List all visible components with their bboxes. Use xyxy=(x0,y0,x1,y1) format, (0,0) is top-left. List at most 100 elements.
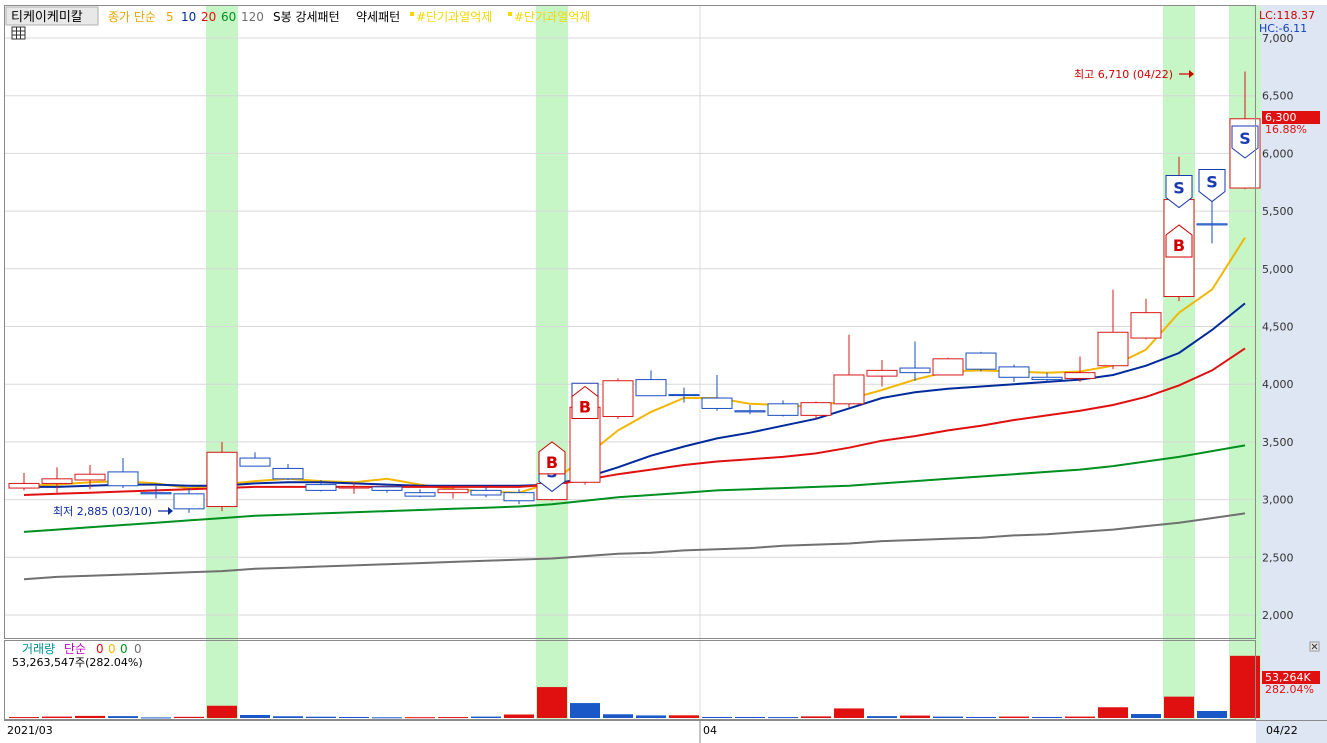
highlight-band xyxy=(1163,6,1195,719)
current-change: 16.88% xyxy=(1265,123,1307,136)
volume-bar xyxy=(174,716,204,718)
volume-panel-close-icon[interactable] xyxy=(1309,641,1320,652)
candle-body xyxy=(1130,312,1162,339)
ma-period-60: 60 xyxy=(221,10,236,24)
volume-bar xyxy=(735,716,765,718)
ma-period-10: 10 xyxy=(181,10,196,24)
condition-1-label: #단기과열억제 xyxy=(416,10,492,24)
sell-marker-letter: S xyxy=(1206,173,1218,192)
sell-marker-letter: S xyxy=(1239,129,1251,148)
y-tick-label: 3,500 xyxy=(1262,436,1294,449)
candle-body xyxy=(107,471,139,487)
ma-period-5: 5 xyxy=(166,10,174,24)
volume-bar xyxy=(1197,711,1227,718)
volume-bar xyxy=(999,716,1029,718)
candle-body xyxy=(1064,372,1096,379)
candle-body xyxy=(866,369,898,377)
candle-body xyxy=(371,486,403,491)
candle-body xyxy=(602,380,634,418)
ma-period-20: 20 xyxy=(201,10,216,24)
volume-bar xyxy=(867,716,897,718)
volume-bar xyxy=(240,714,270,718)
candle xyxy=(602,378,634,419)
volume-bar xyxy=(1131,714,1161,718)
volume-ma-3: 0 xyxy=(120,642,128,656)
high-annotation: 최고 6,710 (04/22) xyxy=(1074,68,1173,81)
low-annotation: 최저 2,885 (03/10) xyxy=(53,505,152,518)
buy-marker-letter: B xyxy=(1173,236,1185,255)
candle-body xyxy=(734,410,766,413)
volume-bar xyxy=(42,716,72,718)
y-tick-label: 2,000 xyxy=(1262,609,1294,622)
buy-marker-letter: B xyxy=(579,398,591,417)
volume-bar xyxy=(504,714,534,718)
candle-body xyxy=(173,493,205,510)
volume-bar xyxy=(405,717,435,719)
y-tick-label: 6,500 xyxy=(1262,90,1294,103)
y-tick-label: 4,500 xyxy=(1262,321,1294,334)
y-tick-label: 5,500 xyxy=(1262,205,1294,218)
candle-body xyxy=(767,403,799,416)
volume-value: 53,263,547주(282.04%) xyxy=(12,656,143,669)
volume-bar xyxy=(207,705,237,718)
candle-body xyxy=(404,492,436,497)
volume-bar xyxy=(9,717,39,719)
y-tick-label: 6,000 xyxy=(1262,147,1294,160)
candle-body xyxy=(1196,223,1228,226)
candle-body xyxy=(701,397,733,409)
y-tick-label: 3,000 xyxy=(1262,494,1294,507)
volume-bar xyxy=(636,715,666,718)
volume-bar xyxy=(273,716,303,718)
volume-bar xyxy=(933,716,963,718)
candle-body xyxy=(437,488,469,494)
y-tick-label: 5,000 xyxy=(1262,263,1294,276)
candle-body xyxy=(305,484,337,491)
weak-pattern-label: 약세패턴 xyxy=(356,9,400,24)
candle-body xyxy=(800,402,832,416)
stock-name: 티케이케미칼 xyxy=(11,10,83,25)
buy-marker-letter: B xyxy=(546,453,558,472)
candle-body xyxy=(635,379,667,397)
start-date: 2021/03 xyxy=(7,724,53,737)
candle-body xyxy=(272,467,304,480)
candle-body xyxy=(140,492,172,495)
candle-body xyxy=(1031,376,1063,381)
volume-bar xyxy=(339,716,369,718)
y-tick-label: 7,000 xyxy=(1262,32,1294,45)
sell-marker-letter: S xyxy=(1173,179,1185,198)
condition-2-label: #단기과열억제 xyxy=(514,10,590,24)
candle-body xyxy=(41,478,73,484)
candle xyxy=(965,351,997,372)
volume-bar xyxy=(1065,716,1095,718)
volume-bar xyxy=(141,717,171,719)
volume-bar xyxy=(801,716,831,718)
candle-body xyxy=(965,352,997,370)
volume-bar xyxy=(900,715,930,718)
stock-chart[interactable]: SSSSSBBB 티케이케미칼 종가 단순 5 10 20 60 120 S봉 … xyxy=(0,0,1327,743)
volume-bar xyxy=(1164,696,1194,718)
volume-bar xyxy=(834,708,864,718)
volume-bar xyxy=(1098,707,1128,718)
candle-body xyxy=(998,366,1030,378)
volume-ma-1: 0 xyxy=(96,642,104,656)
volume-bar xyxy=(669,715,699,718)
volume-title: 거래량 xyxy=(22,642,55,656)
grid-settings-icon[interactable] xyxy=(11,26,26,40)
volume-bar xyxy=(768,717,798,719)
current-volume-pct: 282.04% xyxy=(1265,683,1314,696)
volume-ma-4: 0 xyxy=(134,642,142,656)
candle xyxy=(932,357,964,376)
volume-bar xyxy=(372,717,402,719)
y-tick-label: 4,000 xyxy=(1262,378,1294,391)
candle-body xyxy=(1097,331,1129,367)
sbong-pattern-label: S봉 강세패턴 xyxy=(273,10,340,24)
y-tick-label: 2,500 xyxy=(1262,551,1294,564)
candle xyxy=(206,441,238,512)
volume-bar xyxy=(108,716,138,718)
candle-body xyxy=(899,367,931,374)
candle-body xyxy=(668,394,700,397)
candle-body xyxy=(833,374,865,405)
end-date: 04/22 xyxy=(1266,724,1298,737)
candle-body xyxy=(503,492,535,502)
volume-bar xyxy=(537,687,567,718)
